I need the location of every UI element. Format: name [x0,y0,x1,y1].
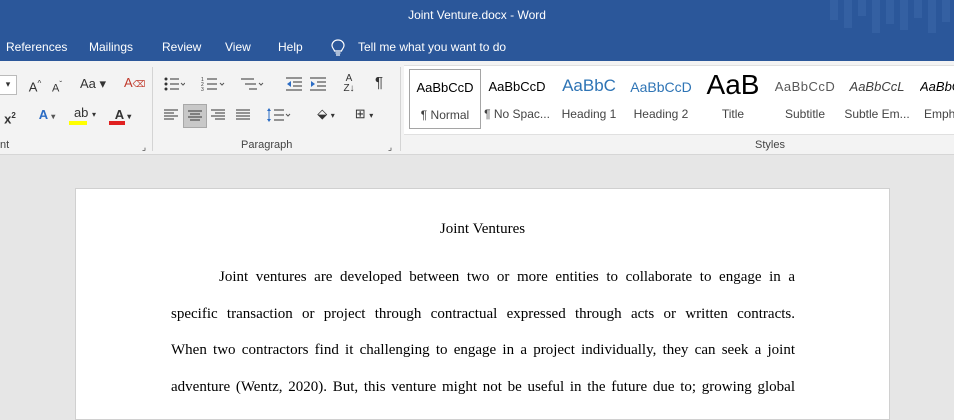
tab-view[interactable]: View [225,40,251,54]
tab-help[interactable]: Help [278,40,303,54]
tab-review[interactable]: Review [162,40,201,54]
align-center-button[interactable] [183,104,207,128]
style-preview: AaBbCcD [630,79,692,95]
font-dialog-launcher-icon[interactable]: ⌟ [139,139,149,155]
borders-icon[interactable]: ⊞ ▾ [349,106,379,124]
grow-font-icon[interactable]: A^ [27,76,43,95]
increase-indent-icon[interactable] [309,76,327,92]
multilevel-list-icon[interactable] [240,76,264,92]
paragraph-line: adventure (Wentz, 2020). But, this ventu… [171,379,795,395]
style-emphasis[interactable]: AaBbC Emph [914,69,954,127]
style-preview: AaBbCcD [774,79,836,94]
style-preview: AaBbCcL [849,79,905,94]
align-right-icon[interactable] [210,108,226,122]
window-title: Joint Venture.docx - Word [408,8,546,22]
style-preview: AaBbCcD [488,79,546,94]
tab-mailings[interactable]: Mailings [89,40,133,54]
title-bar: Joint Venture.docx - Word [0,0,954,33]
style-preview: AaBbCcD [416,80,474,95]
shrink-font-icon[interactable]: Aˇ [50,77,64,97]
align-center-icon [188,110,202,121]
font-group-label: nt [0,139,10,151]
show-formatting-marks-icon[interactable]: ¶ [372,75,386,91]
superscript-icon[interactable]: x2 [2,108,18,127]
style-no-spacing[interactable]: AaBbCcD ¶ No Spac... [482,69,552,127]
align-left-icon[interactable] [163,108,179,122]
highlight-color-swatch [69,121,87,125]
style-subtitle[interactable]: AaBbCcD Subtitle [770,69,840,127]
font-color-swatch [109,121,125,125]
style-subtle-emphasis[interactable]: AaBbCcL Subtle Em... [842,69,912,127]
font-size-dropdown[interactable]: ▾ [0,75,17,95]
decrease-indent-icon[interactable] [285,76,303,92]
style-preview: AaBbC [562,76,616,95]
style-name: Heading 1 [561,107,617,121]
style-heading-2[interactable]: AaBbCcD Heading 2 [626,69,696,127]
document-canvas: Joint Ventures Joint ventures are develo… [0,155,954,420]
ribbon: ▾ A^ Aˇ Aa ▾ A⌫ x2 A ▾ ab ▾ A ▾ nt ⌟ 123… [0,61,954,155]
style-name: ¶ Normal [420,108,470,122]
style-name: Subtle Em... [844,107,910,121]
bullets-icon[interactable] [163,76,185,92]
group-separator [400,67,401,151]
style-normal[interactable]: AaBbCcD ¶ Normal [409,69,481,129]
style-heading-1[interactable]: AaBbC Heading 1 [554,69,624,127]
ribbon-tabs: References Mailings Review View Help Tel… [0,33,954,61]
line-spacing-icon[interactable] [266,106,292,124]
clear-formatting-icon[interactable]: A⌫ [124,75,145,92]
style-name: Subtitle [784,107,826,121]
document-title: Joint Ventures [439,221,526,237]
numbering-icon[interactable]: 123 [201,76,225,92]
style-title[interactable]: AaB Title [698,69,768,127]
paragraph-dialog-launcher-icon[interactable]: ⌟ [385,139,395,155]
style-preview: AaB [706,69,760,100]
paragraph-line: When two contractors find it challenging… [171,342,795,358]
style-name: Heading 2 [633,107,689,121]
tab-references[interactable]: References [6,40,67,54]
change-case-icon[interactable]: Aa ▾ [79,76,107,92]
style-name: Title [721,107,745,121]
style-preview: AaBbC [920,79,954,94]
document-page[interactable]: Joint Ventures Joint ventures are develo… [75,188,890,420]
text-effects-icon[interactable]: A ▾ [32,107,62,125]
justify-icon[interactable] [235,108,251,122]
lightbulb-icon [331,39,345,56]
svg-text:3: 3 [201,87,204,92]
styles-group-label: Styles [755,139,785,151]
shading-icon[interactable]: ⬙ ▾ [311,106,341,124]
style-name: Emph [924,107,954,121]
paragraph-line: Joint ventures are developed between two… [219,269,795,285]
paragraph-line: specific transaction or project through … [171,306,795,322]
title-bar-pattern [830,0,950,33]
sort-icon[interactable]: A Z↓ [340,74,358,94]
style-name: ¶ No Spac... [484,107,550,121]
paragraph-group-label: Paragraph [241,139,293,151]
group-separator [152,67,153,151]
tell-me-search[interactable]: Tell me what you want to do [358,40,506,54]
